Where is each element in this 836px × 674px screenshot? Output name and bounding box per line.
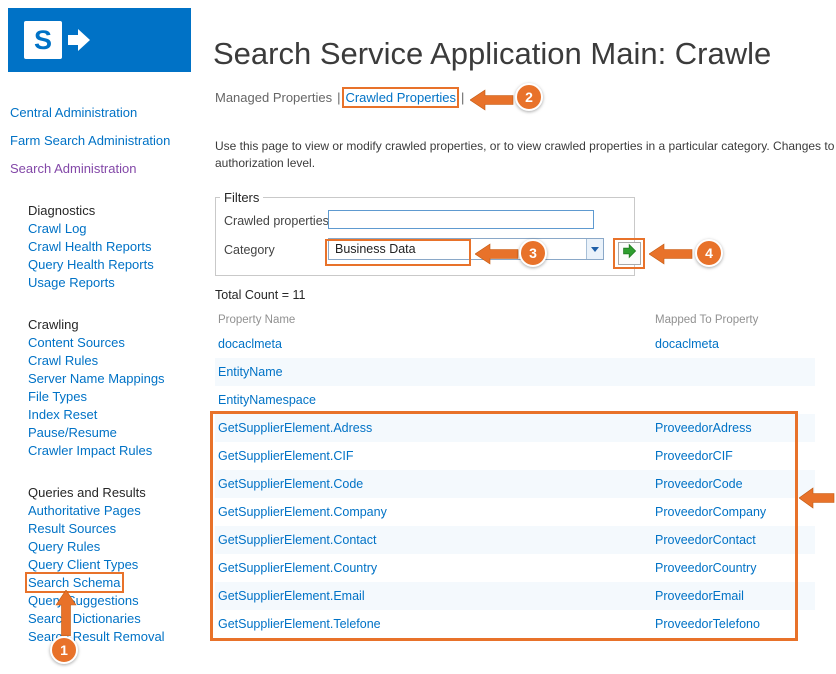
table-row: GetSupplierElement.Email ProveedorEmail [215, 582, 815, 610]
property-name-link[interactable]: EntityName [215, 365, 655, 379]
sidebar-item-farm-search-administration[interactable]: Farm Search Administration [10, 132, 208, 150]
tab-separator: | [337, 90, 341, 105]
category-selected-value: Business Data [335, 242, 416, 256]
property-name-link[interactable]: GetSupplierElement.Email [215, 589, 655, 603]
sidebar-item-authoritative-pages[interactable]: Authoritative Pages [28, 502, 208, 520]
column-header-property-name: Property Name [218, 314, 296, 326]
mapped-property-value: ProveedorCIF [655, 449, 733, 463]
mapped-property-value: ProveedorContact [655, 533, 756, 547]
table-row: GetSupplierElement.Telefone ProveedorTele… [215, 610, 815, 638]
sidebar-item-search-schema[interactable]: Search Schema [25, 572, 208, 593]
sidebar-nav: Central Administration Farm Search Admin… [10, 104, 208, 646]
category-select[interactable]: Business Data [328, 238, 604, 260]
table-row: EntityName [215, 358, 815, 386]
mapped-property-value: ProveedorCode [655, 477, 743, 491]
mapped-property-value: docaclmeta [655, 337, 719, 351]
annotation-arrow-4 [648, 243, 693, 270]
sidebar-item-usage-reports[interactable]: Usage Reports [28, 274, 208, 292]
table-row: EntityNamespace [215, 386, 815, 414]
sidebar-item-content-sources[interactable]: Content Sources [28, 334, 208, 352]
category-label: Category [224, 243, 275, 257]
page-title: Search Service Application Main: Crawle [213, 36, 772, 71]
sidebar-item-index-reset[interactable]: Index Reset [28, 406, 208, 424]
sharepoint-logo-arrow-icon [68, 28, 92, 57]
table-row: docaclmeta docaclmeta [215, 330, 815, 358]
tab-managed-properties[interactable]: Managed Properties [215, 90, 332, 105]
annotation-badge-2: 2 [515, 83, 543, 111]
sidebar-item-query-rules[interactable]: Query Rules [28, 538, 208, 556]
annotation-badge-4: 4 [695, 239, 723, 267]
sidebar-heading-crawling: Crawling [28, 317, 79, 332]
filters-legend: Filters [224, 190, 260, 205]
page: S Central Administration Farm Search Adm… [0, 0, 836, 674]
crawled-properties-table: Property Name Mapped To Property docaclm… [215, 310, 815, 638]
tab-separator-2: | [461, 90, 465, 105]
sidebar-item-server-name-mappings[interactable]: Server Name Mappings [28, 370, 208, 388]
sidebar-item-crawl-log[interactable]: Crawl Log [28, 220, 208, 238]
annotation-badge-3: 3 [519, 239, 547, 267]
description-line-1: Use this page to view or modify crawled … [215, 139, 835, 153]
property-name-link[interactable]: EntityNamespace [215, 393, 655, 407]
apply-filter-button[interactable] [618, 242, 641, 265]
tab-crawled-properties[interactable]: Crawled Properties [342, 87, 460, 108]
sharepoint-logo-letter: S [24, 21, 62, 59]
mapped-property-value: ProveedorTelefono [655, 617, 760, 631]
table-header-row: Property Name Mapped To Property [215, 310, 815, 330]
total-count: Total Count = 11 [215, 288, 306, 302]
sidebar-item-file-types[interactable]: File Types [28, 388, 208, 406]
crawled-properties-input[interactable] [328, 210, 594, 229]
mapped-property-value: ProveedorAdress [655, 421, 752, 435]
mapped-property-value: ProveedorCompany [655, 505, 767, 519]
crawled-properties-label: Crawled properties [224, 214, 329, 228]
annotation-badge-1: 1 [50, 636, 78, 664]
sidebar-item-crawl-rules[interactable]: Crawl Rules [28, 352, 208, 370]
table-row: GetSupplierElement.Code ProveedorCode [215, 470, 815, 498]
property-name-link[interactable]: GetSupplierElement.Country [215, 561, 655, 575]
sidebar-item-result-sources[interactable]: Result Sources [28, 520, 208, 538]
sidebar-item-search-administration[interactable]: Search Administration [10, 160, 208, 178]
sidebar-item-query-suggestions[interactable]: Query Suggestions [28, 592, 208, 610]
sidebar-item-query-health-reports[interactable]: Query Health Reports [28, 256, 208, 274]
sidebar-item-crawl-health-reports[interactable]: Crawl Health Reports [28, 238, 208, 256]
column-header-mapped-to-property: Mapped To Property [655, 314, 759, 326]
chevron-down-icon[interactable] [586, 239, 603, 259]
page-description: Use this page to view or modify crawled … [215, 138, 836, 172]
table-row: GetSupplierElement.Country ProveedorCount… [215, 554, 815, 582]
description-line-2: authorization level. [215, 156, 316, 170]
go-arrow-icon [622, 243, 638, 264]
property-name-link[interactable]: docaclmeta [215, 337, 655, 351]
table-row: GetSupplierElement.Contact ProveedorConta… [215, 526, 815, 554]
sidebar-item-search-dictionaries[interactable]: Search Dictionaries [28, 610, 208, 628]
property-name-link[interactable]: GetSupplierElement.Telefone [215, 617, 655, 631]
property-name-link[interactable]: GetSupplierElement.Adress [215, 421, 655, 435]
sidebar-item-pause-resume[interactable]: Pause/Resume [28, 424, 208, 442]
sidebar-item-crawler-impact-rules[interactable]: Crawler Impact Rules [28, 442, 208, 460]
annotation-arrow-2 [469, 89, 514, 116]
table-row: GetSupplierElement.CIF ProveedorCIF [215, 442, 815, 470]
sharepoint-logo[interactable]: S [8, 8, 191, 72]
sidebar-heading-diagnostics: Diagnostics [28, 203, 96, 218]
table-row: GetSupplierElement.Company ProveedorCompa… [215, 498, 815, 526]
sidebar-heading-queries-and-results: Queries and Results [28, 485, 146, 500]
mapped-property-value: ProveedorEmail [655, 589, 744, 603]
property-name-link[interactable]: GetSupplierElement.Company [215, 505, 655, 519]
property-name-link[interactable]: GetSupplierElement.Code [215, 477, 655, 491]
mapped-property-value: ProveedorCountry [655, 561, 757, 575]
property-view-tabs: Managed Properties | Crawled Properties | [215, 87, 469, 108]
property-name-link[interactable]: GetSupplierElement.Contact [215, 533, 655, 547]
table-row: GetSupplierElement.Adress ProveedorAdress [215, 414, 815, 442]
sidebar-item-central-administration[interactable]: Central Administration [10, 104, 208, 122]
search-schema-highlight-box: Search Schema [25, 572, 124, 593]
property-name-link[interactable]: GetSupplierElement.CIF [215, 449, 655, 463]
filters-group: Filters Crawled properties Category Busi… [215, 190, 635, 276]
sidebar-item-query-client-types[interactable]: Query Client Types [28, 556, 208, 574]
